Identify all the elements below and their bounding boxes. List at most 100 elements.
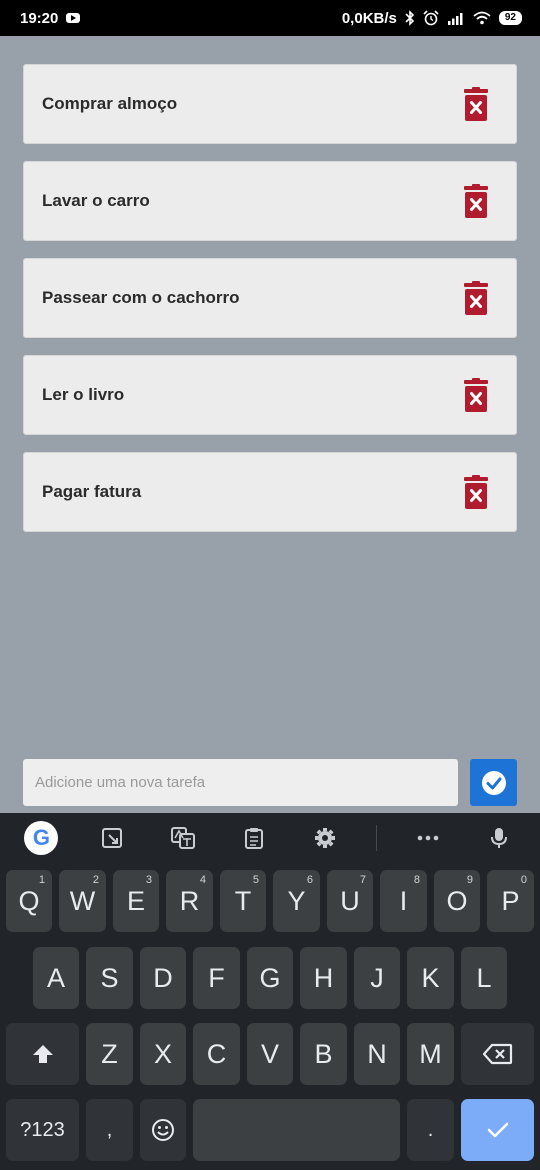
status-time: 19:20 [20,9,59,27]
key-c[interactable]: C [193,1023,240,1085]
clipboard-icon[interactable] [234,818,274,858]
delete-task-button[interactable] [462,475,490,509]
key-label: I [399,885,408,916]
key-label: R [179,885,200,916]
key-hint: 2 [92,874,99,886]
task-card: Lavar o carro [23,161,517,241]
wifi-icon [473,11,491,25]
settings-icon[interactable] [305,818,345,858]
key-a[interactable]: A [33,947,79,1009]
emoji-key[interactable] [140,1099,186,1161]
task-card: Pagar fatura [23,452,517,532]
keyboard: G Q1 W2 E3 R4 T5 Y6 U7 I8 O9 P0 A S D F … [0,813,540,1170]
task-text: Pagar fatura [42,482,142,501]
add-task-button[interactable] [470,759,517,806]
more-icon[interactable] [408,818,448,858]
key-g[interactable]: G [247,947,293,1009]
google-icon[interactable]: G [21,818,61,858]
task-text: Ler o livro [42,385,125,404]
keyboard-toolbar: G [0,813,540,863]
delete-task-button[interactable] [462,378,490,412]
key-label: E [126,885,145,916]
delete-task-button[interactable] [462,281,490,315]
new-task-input[interactable] [23,759,458,806]
keyboard-row-2: A S D F G H J K L [0,947,540,1009]
battery-icon: 92 [498,11,522,25]
task-card: Ler o livro [23,355,517,435]
status-left: 19:20 [20,9,81,27]
key-hint: 5 [252,874,259,886]
task-text: Comprar almoço [42,94,178,113]
backspace-icon [482,1043,512,1065]
delete-task-button[interactable] [462,87,490,121]
google-logo: G [24,821,59,855]
key-label: Y [287,885,306,916]
alarm-icon [423,10,439,26]
key-y[interactable]: Y6 [273,870,320,932]
key-v[interactable]: V [247,1023,293,1085]
key-e[interactable]: E3 [113,870,159,932]
key-i[interactable]: I8 [380,870,427,932]
new-task-row [23,759,517,806]
key-k[interactable]: K [407,947,454,1009]
status-right: 0,0KB/s 92 [342,10,522,27]
key-b[interactable]: B [300,1023,347,1085]
key-l[interactable]: L [461,947,507,1009]
key-q[interactable]: Q1 [6,870,52,932]
key-h[interactable]: H [300,947,347,1009]
key-label: P [501,885,520,916]
key-label: W [69,885,96,916]
task-card: Passear com o cachorro [23,258,517,338]
key-label: O [446,885,468,916]
key-t[interactable]: T5 [220,870,266,932]
key-hint: 0 [520,874,527,886]
translate-icon[interactable] [163,818,203,858]
key-p[interactable]: P0 [487,870,534,932]
key-hint: 1 [38,874,45,886]
keyboard-row-4: ?123 , . [0,1099,540,1161]
delete-task-button[interactable] [462,184,490,218]
status-bar: 19:20 0,0KB/s 92 [0,0,540,36]
key-m[interactable]: M [407,1023,454,1085]
shift-key[interactable] [6,1023,79,1085]
symbols-key[interactable]: ?123 [6,1099,79,1161]
key-w[interactable]: W2 [59,870,106,932]
key-label: T [234,885,252,916]
task-text: Passear com o cachorro [42,288,240,307]
mic-icon[interactable] [479,818,519,858]
task-list: Comprar almoço Lavar o carro Passear com… [23,64,517,549]
keyboard-row-1: Q1 W2 E3 R4 T5 Y6 U7 I8 O9 P0 [0,870,540,932]
period-key[interactable]: . [407,1099,454,1161]
emoji-icon [152,1119,174,1141]
bluetooth-icon [405,10,415,26]
task-text: Lavar o carro [42,191,150,210]
space-key[interactable] [193,1099,400,1161]
key-hint: 9 [466,874,473,886]
key-n[interactable]: N [354,1023,400,1085]
network-speed: 0,0KB/s [341,9,397,27]
key-label: Q [18,885,40,916]
key-hint: 7 [359,874,366,886]
key-d[interactable]: D [140,947,186,1009]
key-hint: 4 [199,874,206,886]
toolbar-divider [375,825,377,851]
enter-key[interactable] [461,1099,534,1161]
shift-icon [32,1045,53,1063]
key-r[interactable]: R4 [166,870,213,932]
keyboard-row-3: Z X C V B N M [0,1023,540,1085]
signal-icon [447,13,463,25]
check-circle-icon [481,770,506,795]
task-card: Comprar almoço [23,64,517,144]
key-z[interactable]: Z [86,1023,133,1085]
key-o[interactable]: O9 [434,870,480,932]
key-x[interactable]: X [140,1023,186,1085]
comma-key[interactable]: , [86,1099,133,1161]
key-u[interactable]: U7 [327,870,373,932]
key-s[interactable]: S [86,947,133,1009]
sticker-icon[interactable] [92,818,132,858]
key-j[interactable]: J [354,947,400,1009]
checkmark-icon [487,1122,508,1138]
key-f[interactable]: F [193,947,240,1009]
backspace-key[interactable] [461,1023,534,1085]
key-hint: 3 [145,874,152,886]
